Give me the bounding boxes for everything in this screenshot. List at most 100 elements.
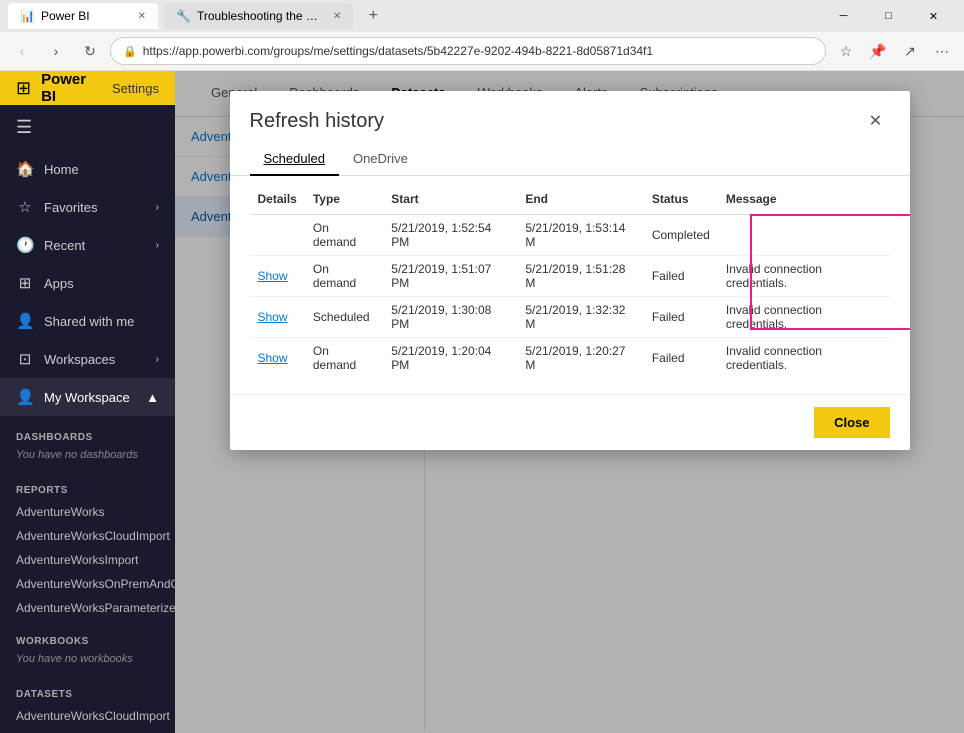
- favorites-icon: ☆: [16, 198, 34, 216]
- shared-label: Shared with me: [44, 314, 134, 329]
- report-item-0[interactable]: AdventureWorks: [0, 500, 175, 524]
- sidebar-header: ⊞ Power BI Settings: [0, 71, 175, 105]
- browser-chrome: 📊 Power BI ✕ 🔧 Troubleshooting the On-pr…: [0, 0, 964, 71]
- favorites-btn[interactable]: ☆: [832, 37, 860, 65]
- dashboards-label: DASHBOARDS: [16, 432, 93, 443]
- waffle-icon[interactable]: ⊞: [16, 78, 31, 99]
- modal-overlay: Refresh history ✕ Scheduled OneDrive Det: [175, 71, 964, 733]
- shared-icon: 👤: [16, 312, 34, 330]
- favorites-chevron: ›: [156, 202, 159, 213]
- row0-end: 5/21/2019, 1:53:14 M: [517, 215, 643, 256]
- modal-body: Details Type Start End Status Message: [230, 184, 910, 394]
- modal-header: Refresh history ✕: [230, 91, 910, 143]
- sidebar-item-apps[interactable]: ⊞ Apps: [0, 264, 175, 302]
- address-bar[interactable]: 🔒 https://app.powerbi.com/groups/me/sett…: [110, 37, 826, 65]
- tab2-close-btn[interactable]: ✕: [333, 11, 341, 22]
- app-name: Power BI: [41, 71, 100, 105]
- browser-tab-inactive[interactable]: 🔧 Troubleshooting the On-pre ✕: [164, 3, 353, 29]
- minimize-btn[interactable]: ─: [821, 0, 866, 32]
- table-row-2: Show Scheduled 5/21/2019, 1:30:08 PM 5/2…: [250, 297, 890, 338]
- row1-status: Failed: [644, 256, 718, 297]
- workspaces-label: Workspaces: [44, 352, 115, 367]
- sidebar-item-shared[interactable]: 👤 Shared with me: [0, 302, 175, 340]
- home-icon: 🏠: [16, 160, 34, 178]
- main-content: General Dashboards Datasets Workbooks Al…: [175, 71, 964, 733]
- sidebar-item-my-workspace[interactable]: 👤 My Workspace ▲: [0, 378, 175, 416]
- datasets-section-header: DATASETS: [0, 673, 175, 704]
- row2-end: 5/21/2019, 1:32:32 M: [517, 297, 643, 338]
- row3-message: Invalid connection credentials.: [718, 338, 890, 379]
- dataset-item-0[interactable]: AdventureWorksCloudImport: [0, 704, 175, 728]
- workbooks-label: WORKBOOKS: [16, 636, 89, 647]
- row0-type: On demand: [305, 215, 383, 256]
- modal-tab-onedrive[interactable]: OneDrive: [339, 143, 422, 176]
- col-status: Status: [644, 184, 718, 215]
- modal-close-button[interactable]: Close: [814, 407, 889, 438]
- pin-btn[interactable]: 📌: [864, 37, 892, 65]
- browser-tab-active[interactable]: 📊 Power BI ✕: [8, 3, 158, 29]
- sidebar-item-recent[interactable]: 🕐 Recent ›: [0, 226, 175, 264]
- tab2-label: Troubleshooting the On-pre: [197, 9, 327, 23]
- browser-controls: ‹ › ↻ 🔒 https://app.powerbi.com/groups/m…: [0, 32, 964, 70]
- share-btn[interactable]: ↗: [896, 37, 924, 65]
- forward-btn[interactable]: ›: [42, 37, 70, 65]
- report-item-4[interactable]: AdventureWorksParameterize...: [0, 596, 175, 620]
- report-item-1[interactable]: AdventureWorksCloudImport: [0, 524, 175, 548]
- row3-status: Failed: [644, 338, 718, 379]
- row1-start: 5/21/2019, 1:51:07 PM: [383, 256, 517, 297]
- row1-details[interactable]: Show: [250, 256, 305, 297]
- sidebar-item-workspaces[interactable]: ⊡ Workspaces ›: [0, 340, 175, 378]
- maximize-btn[interactable]: □: [866, 0, 911, 32]
- reports-section-header: REPORTS: [0, 469, 175, 500]
- history-table: Details Type Start End Status Message: [250, 184, 890, 378]
- col-details: Details: [250, 184, 305, 215]
- apps-label: Apps: [44, 276, 74, 291]
- sidebar-hamburger-btn[interactable]: ☰: [0, 105, 175, 150]
- workspace-icon: 👤: [16, 388, 34, 406]
- tab-favicon: 📊: [20, 9, 35, 23]
- lock-icon: 🔒: [123, 45, 137, 58]
- modal-tab-bar: Scheduled OneDrive: [230, 143, 910, 176]
- row3-details[interactable]: Show: [250, 338, 305, 379]
- table-header-row: Details Type Start End Status Message: [250, 184, 890, 215]
- row2-status: Failed: [644, 297, 718, 338]
- modal-title: Refresh history: [250, 110, 385, 133]
- browser-action-buttons: ☆ 📌 ↗ ⋯: [832, 37, 956, 65]
- sidebar-item-favorites[interactable]: ☆ Favorites ›: [0, 188, 175, 226]
- sidebar-item-home[interactable]: 🏠 Home: [0, 150, 175, 188]
- modal-close-btn[interactable]: ✕: [862, 107, 890, 135]
- col-start: Start: [383, 184, 517, 215]
- close-window-btn[interactable]: ✕: [911, 0, 956, 32]
- workspaces-chevron: ›: [156, 354, 159, 365]
- row2-details[interactable]: Show: [250, 297, 305, 338]
- new-tab-btn[interactable]: +: [359, 2, 387, 30]
- row3-end: 5/21/2019, 1:20:27 M: [517, 338, 643, 379]
- dashboards-empty: You have no dashboards: [0, 447, 175, 469]
- col-type: Type: [305, 184, 383, 215]
- row0-start: 5/21/2019, 1:52:54 PM: [383, 215, 517, 256]
- workspace-label: My Workspace: [44, 390, 130, 405]
- report-item-2[interactable]: AdventureWorksImport: [0, 548, 175, 572]
- col-message: Message: [718, 184, 890, 215]
- report-item-3[interactable]: AdventureWorksOnPremAndC...: [0, 572, 175, 596]
- workspaces-icon: ⊡: [16, 350, 34, 368]
- row0-status: Completed: [644, 215, 718, 256]
- home-label: Home: [44, 162, 79, 177]
- back-btn[interactable]: ‹: [8, 37, 36, 65]
- recent-icon: 🕐: [16, 236, 34, 254]
- row1-end: 5/21/2019, 1:51:28 M: [517, 256, 643, 297]
- table-row-1: Show On demand 5/21/2019, 1:51:07 PM 5/2…: [250, 256, 890, 297]
- row1-message: Invalid connection credentials.: [718, 256, 890, 297]
- settings-btn[interactable]: ⋯: [928, 37, 956, 65]
- dataset-item-1[interactable]: AdventureWorksDQ: [0, 728, 175, 733]
- refresh-btn[interactable]: ↻: [76, 37, 104, 65]
- tab-label: Power BI: [41, 9, 90, 23]
- url-text: https://app.powerbi.com/groups/me/settin…: [143, 44, 653, 58]
- modal-tab-scheduled[interactable]: Scheduled: [250, 143, 339, 176]
- favorites-label: Favorites: [44, 200, 97, 215]
- row0-details: [250, 215, 305, 256]
- recent-chevron: ›: [156, 240, 159, 251]
- dashboards-section-header: DASHBOARDS: [0, 416, 175, 447]
- tab-close-btn[interactable]: ✕: [138, 11, 146, 22]
- row3-type: On demand: [305, 338, 383, 379]
